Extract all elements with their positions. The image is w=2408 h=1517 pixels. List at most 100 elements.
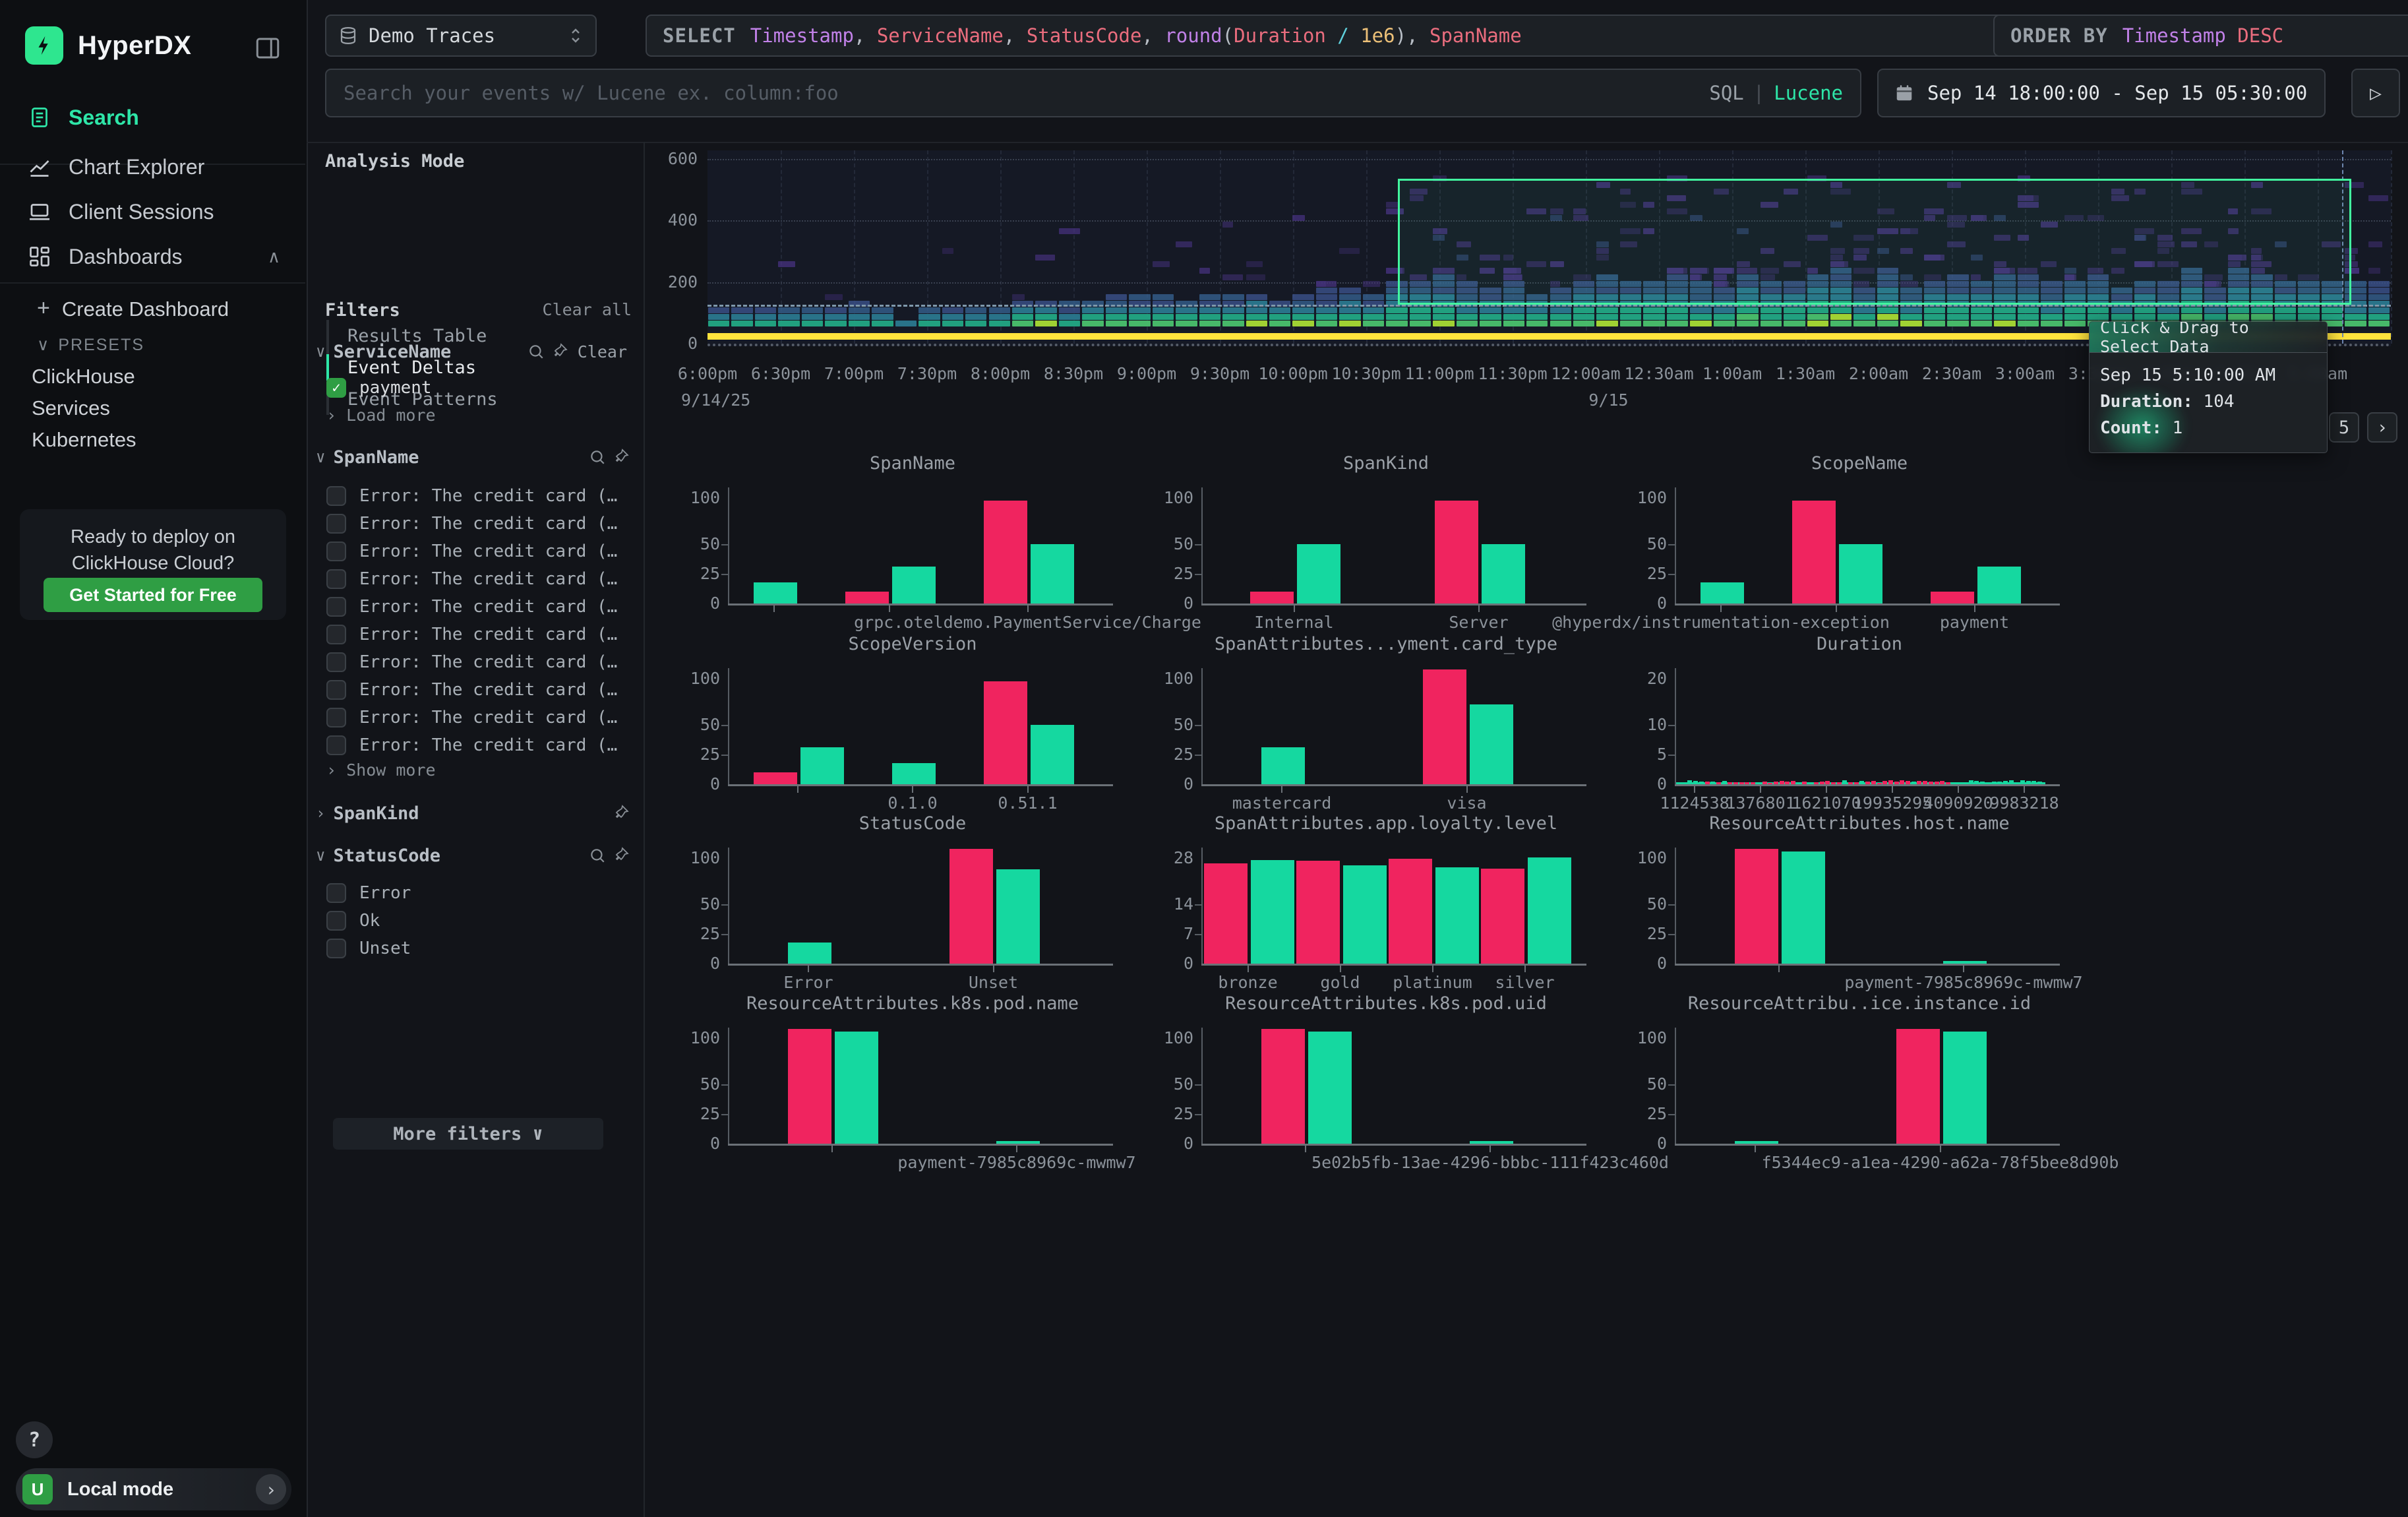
bar-baseline[interactable] <box>1031 725 1074 784</box>
load-more-button[interactable]: › Load more <box>326 406 436 425</box>
mode-sql[interactable]: SQL <box>1709 82 1743 104</box>
bar-baseline[interactable] <box>1251 860 1294 964</box>
checkbox-unchecked[interactable] <box>326 735 346 755</box>
checkbox-unchecked[interactable] <box>326 883 346 903</box>
bar-baseline[interactable] <box>1297 544 1340 604</box>
bar-selected[interactable] <box>984 501 1027 604</box>
create-dashboard-button[interactable]: + Create Dashboard <box>0 289 307 330</box>
chart-plot[interactable] <box>728 848 1099 964</box>
clear-all-button[interactable]: Clear all <box>543 300 632 319</box>
search-icon[interactable] <box>527 343 545 360</box>
search-input[interactable]: Search your events w/ Lucene ex. column:… <box>325 69 1861 117</box>
user-menu[interactable]: U Local mode › <box>16 1468 291 1510</box>
checkbox-unchecked[interactable] <box>326 514 346 534</box>
bar-selected[interactable] <box>754 772 797 784</box>
statuscode-option-unset[interactable]: Unset <box>326 935 630 962</box>
search-icon[interactable] <box>589 449 606 466</box>
filter-section-spankind[interactable]: › SpanKind <box>316 799 631 828</box>
bar-baseline[interactable] <box>1435 867 1479 964</box>
bar-baseline[interactable] <box>892 763 936 784</box>
bar-selected[interactable] <box>1261 1029 1305 1144</box>
help-button[interactable]: ? <box>16 1421 53 1458</box>
bar-selected[interactable] <box>1435 501 1478 604</box>
checkbox-unchecked[interactable] <box>326 542 346 561</box>
bar-selected[interactable] <box>1735 849 1778 964</box>
pin-icon[interactable] <box>553 343 570 360</box>
chart-plot[interactable] <box>1675 487 2045 604</box>
chart-plot[interactable] <box>1675 1028 2045 1144</box>
sidebar-item-chart-explorer[interactable]: Chart Explorer <box>0 144 307 190</box>
bar-baseline[interactable] <box>1031 544 1074 604</box>
pin-icon[interactable] <box>614 847 631 864</box>
statuscode-option-error[interactable]: Error <box>326 879 630 907</box>
checkbox-unchecked[interactable] <box>326 597 346 617</box>
drag-selection-region[interactable] <box>1398 179 2351 305</box>
spanname-option[interactable]: Error: The credit card (… <box>326 565 630 593</box>
bar-baseline[interactable] <box>1482 544 1525 604</box>
bar-selected[interactable] <box>845 592 889 604</box>
checkbox-unchecked[interactable] <box>326 569 346 589</box>
bar-baseline[interactable] <box>1839 544 1882 604</box>
sidebar-item-search[interactable]: Search <box>0 94 307 140</box>
bar-selected[interactable] <box>1896 1029 1940 1144</box>
bar-baseline[interactable] <box>1977 567 2021 604</box>
pin-icon[interactable] <box>614 805 631 822</box>
sidebar-collapse-icon[interactable] <box>254 34 282 62</box>
bar-baseline[interactable] <box>1261 747 1305 784</box>
mode-lucene[interactable]: Lucene <box>1774 82 1843 104</box>
bar-selected[interactable] <box>1296 861 1340 964</box>
spanname-option[interactable]: Error: The credit card (… <box>326 593 630 621</box>
page-button-5[interactable]: 5 <box>2329 412 2359 443</box>
bar-selected[interactable] <box>1931 592 1974 604</box>
bar-baseline[interactable] <box>1470 704 1513 784</box>
chart-plot[interactable] <box>1675 848 2045 964</box>
chevron-up-icon[interactable]: ∧ <box>268 247 280 267</box>
search-icon[interactable] <box>589 847 606 864</box>
bar-baseline[interactable] <box>1943 1032 1987 1144</box>
spanname-option[interactable]: Error: The credit card (… <box>326 648 630 676</box>
filter-section-spanname[interactable]: ∨ SpanName <box>316 443 631 472</box>
bar-selected[interactable] <box>1250 592 1294 604</box>
bar-selected[interactable] <box>1792 501 1836 604</box>
bar-selected[interactable] <box>1204 863 1248 964</box>
chart-plot[interactable] <box>728 487 1099 604</box>
bar-selected[interactable] <box>1423 669 1466 784</box>
spanname-option[interactable]: Error: The credit card (… <box>326 621 630 648</box>
bar-selected[interactable] <box>788 1029 831 1144</box>
run-query-button[interactable]: ▷ <box>2351 69 2400 117</box>
spanname-option[interactable]: Error: The credit card (… <box>326 510 630 538</box>
clear-filter-button[interactable]: Clear <box>578 342 631 361</box>
filter-section-servicename[interactable]: ∨ ServiceName Clear <box>316 337 631 366</box>
chart-plot[interactable] <box>728 668 1099 784</box>
bar-selected[interactable] <box>1389 859 1432 964</box>
sidebar-item-client-sessions[interactable]: Client Sessions <box>0 189 307 235</box>
get-started-button[interactable]: Get Started for Free <box>44 578 262 612</box>
spanname-option[interactable]: Error: The credit card (… <box>326 704 630 731</box>
checkbox-unchecked[interactable] <box>326 939 346 958</box>
bar-baseline[interactable] <box>754 582 797 604</box>
logo[interactable]: HyperDX <box>25 26 191 65</box>
sidebar-item-dashboards[interactable]: Dashboards ∧ <box>0 233 307 280</box>
bar-baseline[interactable] <box>1782 851 1825 964</box>
chart-plot[interactable] <box>1201 487 1572 604</box>
bar-baseline[interactable] <box>1343 865 1387 964</box>
show-more-button[interactable]: › Show more <box>326 760 436 780</box>
filter-section-statuscode[interactable]: ∨ StatusCode <box>316 841 631 870</box>
checkbox-unchecked[interactable] <box>326 708 346 728</box>
time-range-picker[interactable]: Sep 14 18:00:00 - Sep 15 05:30:00 <box>1877 69 2326 117</box>
spanname-option[interactable]: Error: The credit card (… <box>326 731 630 759</box>
checkbox-unchecked[interactable] <box>326 625 346 644</box>
spanname-option[interactable]: Error: The credit card (… <box>326 676 630 704</box>
chart-plot[interactable] <box>1201 1028 1572 1144</box>
bar-baseline[interactable] <box>996 869 1040 964</box>
sidebar-item-kubernetes[interactable]: Kubernetes <box>0 419 307 460</box>
statuscode-option-ok[interactable]: Ok <box>326 907 630 935</box>
bar-baseline[interactable] <box>835 1032 878 1144</box>
events-heatmap[interactable] <box>707 150 2391 346</box>
bar-selected[interactable] <box>949 849 993 964</box>
bar-baseline[interactable] <box>1308 1032 1352 1144</box>
checkbox-unchecked[interactable] <box>326 680 346 700</box>
bar-baseline[interactable] <box>800 747 844 784</box>
bar-selected[interactable] <box>1481 869 1524 964</box>
chart-plot[interactable] <box>1201 848 1572 964</box>
